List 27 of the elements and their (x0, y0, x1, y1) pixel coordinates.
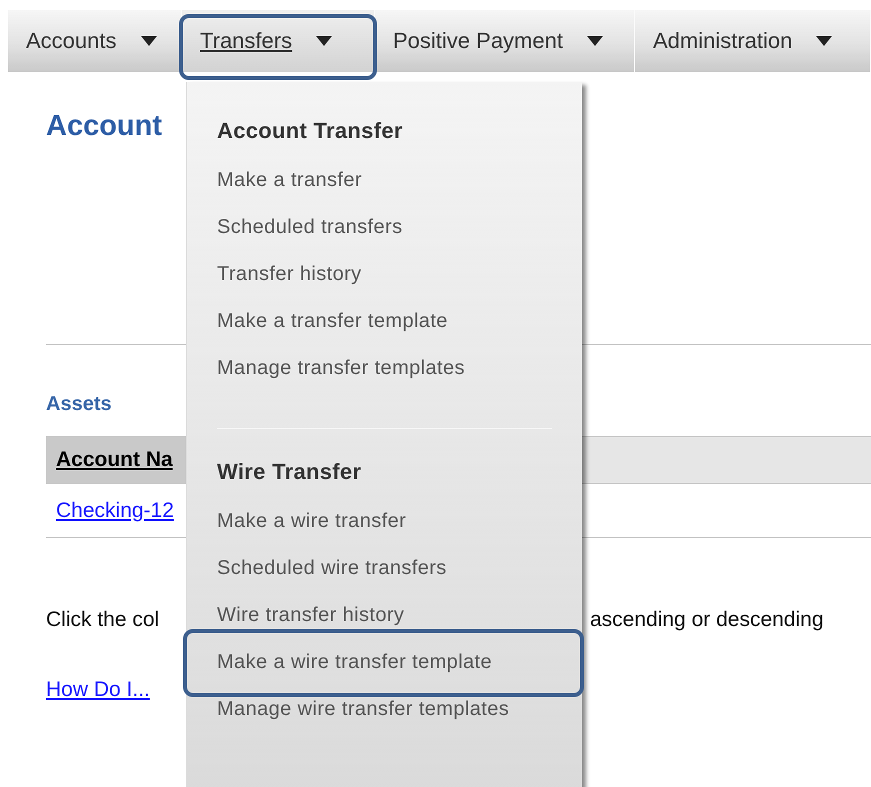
menu-item[interactable]: Make a transfer (217, 169, 582, 216)
help-text: ascending or descending (590, 608, 825, 632)
page-title: Account (46, 110, 162, 144)
menu-item[interactable]: Manage wire transfer templates (217, 698, 582, 745)
column-header[interactable]: Account Na (46, 437, 186, 483)
nav-tab[interactable]: Administration (635, 10, 871, 72)
help-link[interactable]: How Do I... (46, 678, 150, 702)
nav-tab[interactable]: Accounts (8, 10, 182, 72)
caret-icon (586, 35, 603, 47)
section-heading: Assets (46, 393, 113, 416)
menu-item[interactable]: Wire transfer history (217, 604, 582, 651)
menu-item[interactable]: Scheduled wire transfers (217, 557, 582, 604)
caret-icon (140, 35, 156, 47)
nav-tab[interactable]: Positive Payment (375, 10, 635, 72)
menu-item[interactable]: Make a wire transfer template (217, 651, 582, 698)
caret-icon (816, 35, 832, 47)
account-link[interactable]: Checking-12 (46, 498, 186, 522)
menu-heading: Wire Transfer (217, 459, 362, 486)
menu-item[interactable]: Scheduled transfers (217, 216, 582, 263)
nav-tab[interactable]: Transfers (182, 10, 375, 72)
menu-heading: Account Transfer (217, 118, 404, 145)
help-text: Click the col (46, 608, 160, 632)
menu-item[interactable]: Make a wire transfer (217, 510, 582, 557)
menu-item[interactable]: Make a transfer template (217, 310, 582, 357)
menu-item[interactable]: Manage transfer templates (217, 357, 582, 404)
menu-item[interactable]: Transfer history (217, 263, 582, 310)
caret-icon (316, 35, 332, 47)
